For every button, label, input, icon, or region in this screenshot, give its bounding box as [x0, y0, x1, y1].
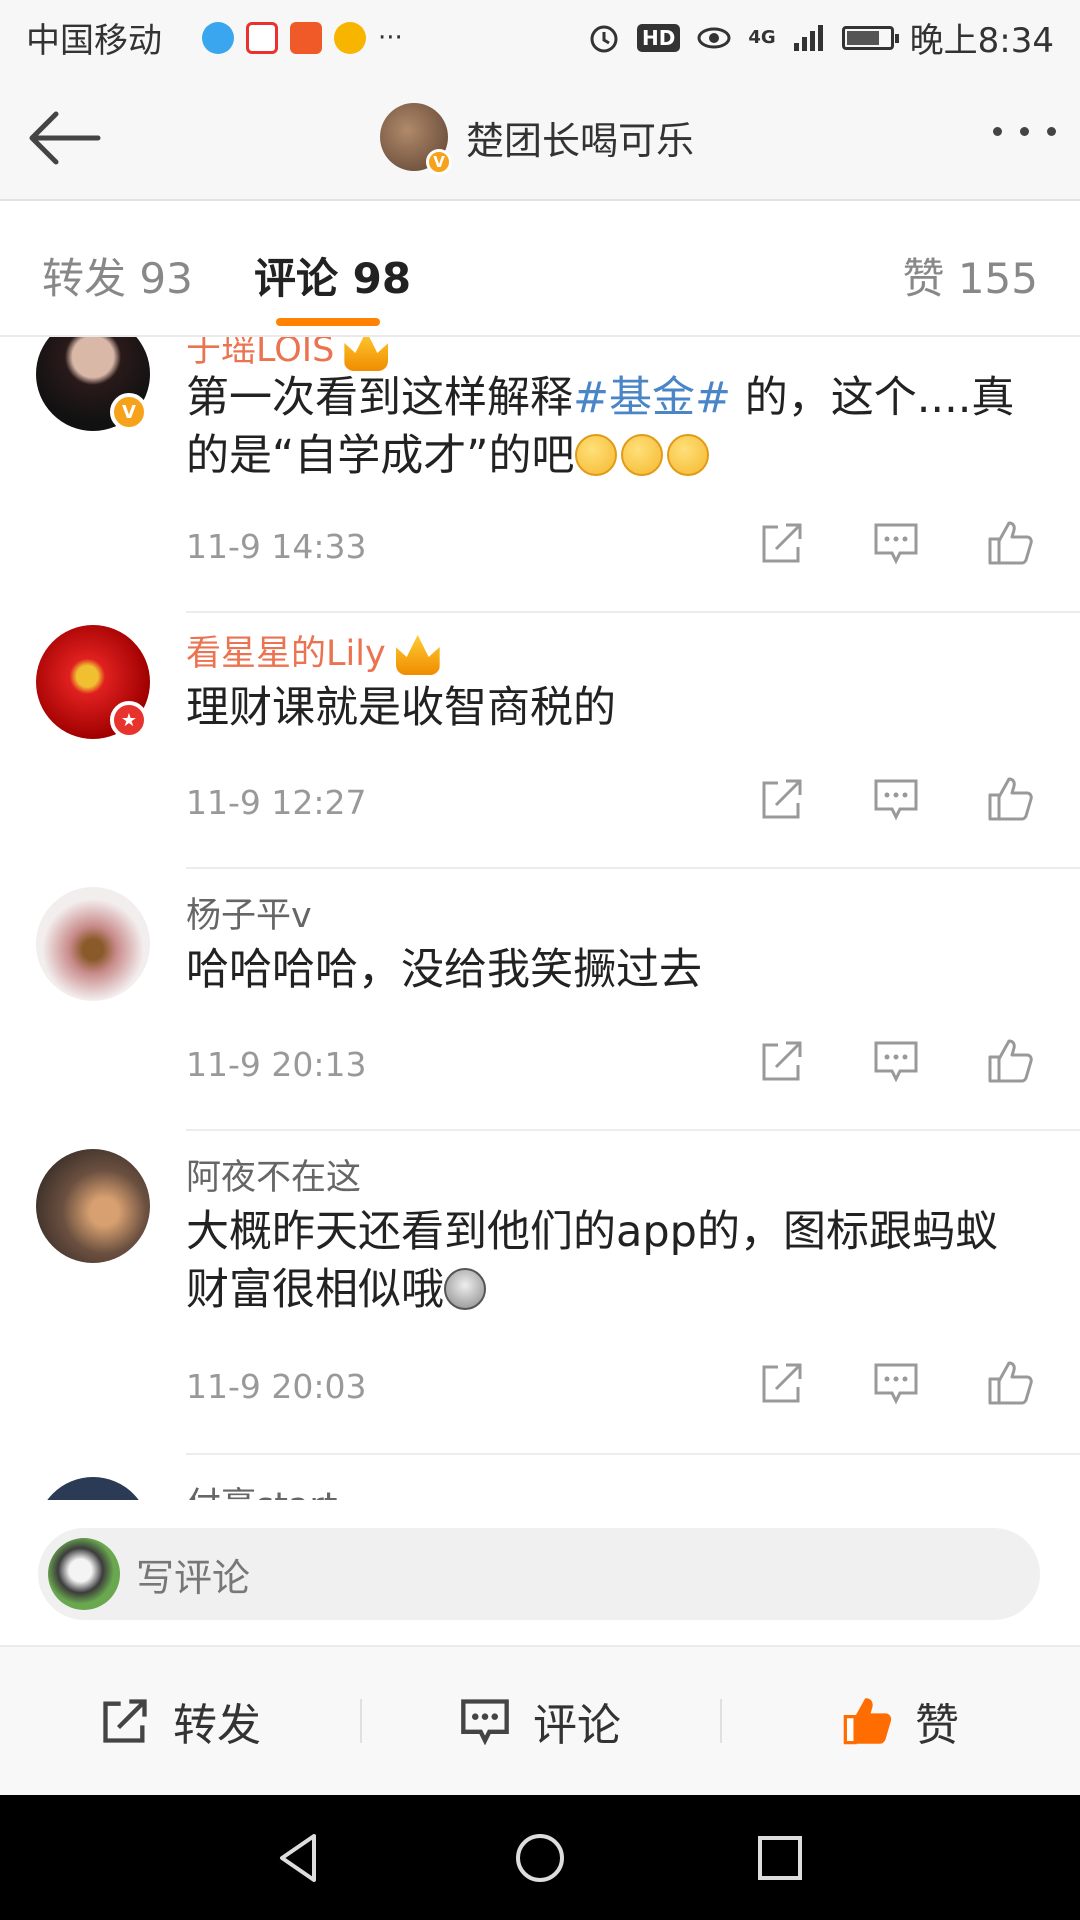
pingan-securities-app-icon [290, 21, 322, 54]
comment-icon[interactable] [872, 1037, 920, 1085]
comment-icon[interactable] [872, 775, 920, 823]
thumbs-up-icon[interactable] [986, 519, 1034, 567]
emoji-icon [574, 434, 617, 476]
comment-actions [758, 775, 1034, 823]
comment-text: 哈哈哈哈，没给我笑撅过去 [186, 945, 702, 995]
back-button[interactable] [24, 103, 104, 173]
signal-icon [793, 24, 823, 51]
thumbs-up-icon [843, 1698, 892, 1745]
tab-repost[interactable]: 转发 93 [42, 245, 193, 306]
sina-app-icon [246, 21, 278, 54]
user-avatar[interactable] [36, 1149, 150, 1263]
battery-icon [841, 25, 899, 50]
dot-icon [1047, 127, 1056, 136]
browser-app-icon [202, 21, 234, 54]
comment-username[interactable]: 付豪start [186, 1477, 338, 1500]
more-options-button[interactable] [993, 113, 1056, 136]
emoji-icon [666, 434, 709, 476]
repost-button[interactable]: 转发 [0, 1647, 360, 1795]
nav-home-icon[interactable] [508, 1826, 572, 1890]
comment-time: 11-9 20:03 [186, 1367, 367, 1406]
comment-input-area: 写评论 [0, 1500, 1080, 1645]
tab-like[interactable]: 赞 155 [902, 245, 1038, 306]
comment-time: 11-9 12:27 [186, 783, 367, 822]
post-author[interactable]: V 楚团长喝可乐 [380, 103, 695, 175]
topic-link[interactable]: #基金# [573, 373, 731, 423]
user-avatar[interactable] [36, 1477, 150, 1500]
dog-emoji-icon [444, 1268, 486, 1310]
comment-label: 评论 [533, 1700, 621, 1751]
comment-input[interactable]: 写评论 [38, 1528, 1040, 1620]
repost-icon[interactable] [758, 1037, 806, 1085]
comment-icon[interactable] [872, 1359, 920, 1407]
repost-icon [103, 1699, 147, 1743]
comment-icon [461, 1699, 509, 1746]
repost-label: 转发 [173, 1700, 261, 1751]
nav-recents-icon[interactable] [748, 1826, 812, 1890]
comment-username[interactable]: 看星星的Lily [186, 625, 440, 676]
divider [186, 867, 1080, 869]
tab-bar: 转发 93 评论 98 赞 155 [0, 201, 1080, 337]
nav-back-icon[interactable] [268, 1826, 332, 1890]
like-button[interactable]: 赞 [720, 1647, 1080, 1795]
system-nav-bar [0, 1795, 1080, 1920]
arrow-left-icon [29, 111, 101, 165]
comment-time: 11-9 20:13 [186, 1045, 367, 1084]
alarm-icon [590, 25, 618, 52]
comment-text: 理财课就是收智商税的 [186, 683, 616, 733]
comment-placeholder: 写评论 [136, 1555, 251, 1600]
comment-text: 大概昨天还看到他们的app的，图标跟蚂蚁财富很相似哦 [186, 1207, 998, 1315]
divider [186, 1453, 1080, 1455]
divider [186, 1129, 1080, 1131]
author-name: 楚团长喝可乐 [466, 118, 695, 163]
dot-icon [1020, 127, 1029, 136]
repost-icon[interactable] [758, 1359, 806, 1407]
tab-comment[interactable]: 评论 98 [254, 245, 411, 306]
emoji-icon [620, 434, 663, 476]
comment-username[interactable]: 于瑶LOIS [186, 337, 389, 372]
active-tab-indicator [276, 318, 380, 326]
thumbs-up-icon[interactable] [986, 1037, 1034, 1085]
comment-button[interactable]: 评论 [360, 1647, 720, 1795]
repost-icon[interactable] [758, 775, 806, 823]
thumbs-up-icon[interactable] [986, 1359, 1034, 1407]
hd-icon: HD [636, 23, 681, 52]
divider [186, 611, 1080, 613]
eye-icon [697, 27, 731, 48]
verified-badge: V [426, 149, 452, 175]
comment-actions [758, 1037, 1034, 1085]
repost-icon[interactable] [758, 519, 806, 567]
weibo-app-icon [334, 21, 366, 54]
comment-username[interactable]: 杨子平v [186, 887, 312, 938]
clock: 晚上8:34 [909, 21, 1054, 61]
comment-text: 第一次看到这样解释#基金# 的，这个....真的是“自学成才”的吧 [186, 373, 1015, 481]
bottom-action-bar: 转发 评论 赞 [0, 1645, 1080, 1795]
comment-time: 11-9 14:33 [186, 527, 367, 566]
like-label: 赞 [915, 1700, 959, 1751]
status-bar: 中国移动 ··· HD 4G 晚上8:34 [0, 0, 1080, 75]
badge-star-icon: ★ [110, 701, 148, 739]
network-type: 4G [748, 27, 776, 48]
vip-crown-icon [344, 337, 389, 371]
comment-list: V 于瑶LOIS 第一次看到这样解释#基金# 的，这个....真的是“自学成才”… [0, 337, 1080, 1500]
carrier-label: 中国移动 [26, 21, 162, 61]
verified-badge: V [110, 393, 148, 431]
nav-header: V 楚团长喝可乐 [0, 75, 1080, 201]
comment-actions [758, 519, 1034, 567]
author-avatar[interactable]: V [380, 103, 452, 175]
vip-crown-icon [395, 635, 440, 675]
more-notifications-icon: ··· [378, 22, 403, 53]
comment-actions [758, 1359, 1034, 1407]
user-avatar[interactable] [36, 887, 150, 1001]
comment-icon[interactable] [872, 519, 920, 567]
comment-username[interactable]: 阿夜不在这 [186, 1149, 361, 1200]
notification-icons: ··· [202, 21, 403, 54]
thumbs-up-icon[interactable] [986, 775, 1034, 823]
dot-icon [993, 127, 1002, 136]
my-avatar [48, 1538, 120, 1610]
